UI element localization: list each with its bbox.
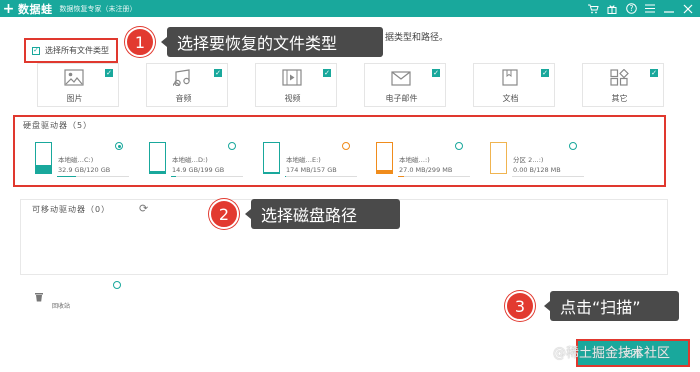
drive-size: 32.9 GB/120 GB xyxy=(58,166,111,174)
image-icon xyxy=(64,69,84,86)
drive-item[interactable]: 本地磁…E:) 174 MB/157 GB xyxy=(263,142,373,182)
drive-size: 14.9 GB/199 GB xyxy=(172,166,225,174)
minimize-icon[interactable] xyxy=(663,3,675,15)
step-badge-1: 1 xyxy=(125,27,155,57)
hard-drive-title: 硬盘驱动器（5） xyxy=(23,121,93,130)
file-type-card-video[interactable]: ✓ 视频 xyxy=(255,63,337,107)
drive-radio[interactable] xyxy=(569,142,577,150)
watermark: @稀土掘金技术社区 xyxy=(553,346,671,361)
callout-text: 点击“扫描” xyxy=(560,298,641,317)
file-type-label: 视频 xyxy=(284,94,301,103)
drive-usage-bar xyxy=(57,176,129,177)
select-all-label: 选择所有文件类型 xyxy=(45,46,109,55)
file-type-label: 文档 xyxy=(502,94,519,103)
drive-radio[interactable] xyxy=(455,142,463,150)
file-type-card-image[interactable]: ✓ 图片 xyxy=(37,63,119,107)
step-badge-2: 2 xyxy=(209,199,239,229)
file-type-card-audio[interactable]: ✓ 音频 xyxy=(146,63,228,107)
checkbox-checked-icon[interactable]: ✓ xyxy=(323,69,331,77)
recycle-bin-label: 回收站 xyxy=(52,303,71,310)
file-type-card-email[interactable]: ✓ 电子邮件 xyxy=(364,63,446,107)
drive-name: 本地磁…C:) xyxy=(58,156,94,164)
help-icon[interactable]: ? xyxy=(625,3,637,15)
drive-name: 本地磁…:) xyxy=(399,156,430,164)
drive-item[interactable]: 分区 2…:) 0.00 B/128 MB xyxy=(490,142,600,182)
app-name: 数据蛙 xyxy=(18,2,53,16)
drive-size: 0.00 B/128 MB xyxy=(513,166,561,174)
drive-item[interactable]: 本地磁…C:) 32.9 GB/120 GB xyxy=(35,142,145,182)
titlebar-controls: ? xyxy=(587,0,694,17)
menu-icon[interactable] xyxy=(644,3,656,15)
recycle-bin-icon xyxy=(34,292,44,302)
app-subtitle: 数据恢复专家（未注册） xyxy=(59,4,137,13)
removable-drive-title: 可移动驱动器（0） xyxy=(32,205,111,214)
checkbox-checked-icon[interactable]: ✓ xyxy=(432,69,440,77)
drive-icon xyxy=(263,142,280,174)
drive-icon xyxy=(376,142,393,174)
callout-1: 选择要恢复的文件类型 xyxy=(161,27,383,57)
drive-radio[interactable] xyxy=(115,142,123,150)
drive-radio[interactable] xyxy=(228,142,236,150)
other-icon xyxy=(609,68,629,86)
checkbox-checked-icon[interactable]: ✓ xyxy=(214,69,222,77)
drive-icon xyxy=(149,142,166,174)
video-icon xyxy=(282,69,302,86)
checkbox-checked-icon[interactable]: ✓ xyxy=(650,69,658,77)
checkbox-checked-icon[interactable]: ✓ xyxy=(541,69,549,77)
drive-name: 分区 2…:) xyxy=(513,156,544,164)
close-icon[interactable] xyxy=(682,3,694,15)
callout-2: 选择磁盘路径 xyxy=(245,199,400,229)
app-logo: + xyxy=(0,0,17,17)
file-type-label: 音频 xyxy=(175,94,192,103)
logo-plus-icon: + xyxy=(2,0,15,17)
drive-name: 本地磁…E:) xyxy=(286,156,321,164)
callout-3: 点击“扫描” xyxy=(544,291,679,321)
drive-icon xyxy=(35,142,52,174)
svg-text:?: ? xyxy=(629,4,633,13)
callout-text: 选择磁盘路径 xyxy=(261,206,358,225)
select-all-checkbox[interactable]: ✓ 选择所有文件类型 xyxy=(24,38,118,63)
file-type-label: 电子邮件 xyxy=(385,94,418,103)
drive-usage-bar xyxy=(512,176,584,177)
file-type-card-document[interactable]: ✓ 文档 xyxy=(473,63,555,107)
drive-usage-bar xyxy=(171,176,243,177)
drive-size: 27.0 MB/299 MB xyxy=(399,166,453,174)
instruction-text: 据类型和路径。 xyxy=(385,33,449,43)
music-icon xyxy=(172,69,193,90)
mail-icon xyxy=(391,69,411,86)
title-bar: + 数据蛙 数据恢复专家（未注册） ? xyxy=(0,0,700,17)
refresh-icon[interactable]: ⟳ xyxy=(139,202,148,215)
file-type-label: 其它 xyxy=(611,94,628,103)
drive-item[interactable]: 本地磁…:) 27.0 MB/299 MB xyxy=(376,142,486,182)
file-type-label: 图片 xyxy=(66,94,83,103)
step-badge-3: 3 xyxy=(505,291,535,321)
gift-icon[interactable] xyxy=(606,3,618,15)
checkbox-checked-icon[interactable]: ✓ xyxy=(105,69,113,77)
drive-name: 本地磁…D:) xyxy=(172,156,208,164)
drive-icon xyxy=(490,142,507,174)
recycle-bin-radio[interactable] xyxy=(113,281,121,289)
callout-text: 选择要恢复的文件类型 xyxy=(177,34,338,53)
drive-radio[interactable] xyxy=(342,142,350,150)
file-type-card-other[interactable]: ✓ 其它 xyxy=(582,63,664,107)
drive-usage-bar xyxy=(285,176,357,177)
cart-icon[interactable] xyxy=(587,3,599,15)
document-icon xyxy=(500,69,520,86)
drive-item[interactable]: 本地磁…D:) 14.9 GB/199 GB xyxy=(149,142,259,182)
checkbox-checked-icon[interactable]: ✓ xyxy=(32,46,40,55)
drive-usage-bar xyxy=(398,176,470,177)
drive-size: 174 MB/157 GB xyxy=(286,166,337,174)
